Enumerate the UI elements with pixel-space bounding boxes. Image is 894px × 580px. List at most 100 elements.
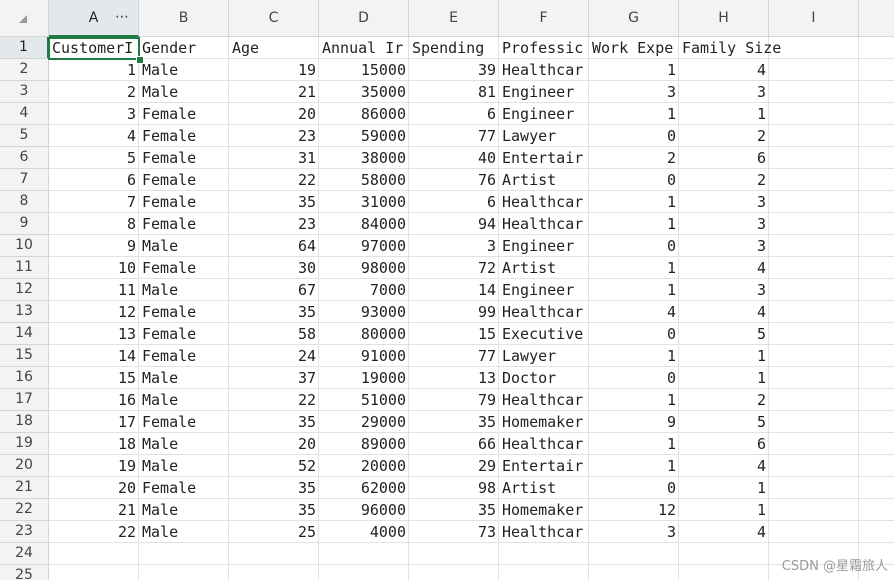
data-cell[interactable]: Healthcar: [499, 389, 589, 411]
data-cell[interactable]: Entertair: [499, 455, 589, 477]
column-header-g[interactable]: G: [589, 0, 679, 37]
header-cell[interactable]: CustomerI: [49, 37, 139, 59]
data-cell[interactable]: Healthcar: [499, 433, 589, 455]
data-cell[interactable]: Healthcar: [499, 213, 589, 235]
fill-handle[interactable]: [136, 56, 144, 64]
data-cell[interactable]: 24: [229, 345, 319, 367]
data-cell[interactable]: 35000: [319, 81, 409, 103]
data-cell[interactable]: Male: [139, 521, 229, 543]
data-cell[interactable]: 31: [229, 147, 319, 169]
data-cell[interactable]: Male: [139, 81, 229, 103]
row-header-19[interactable]: 19: [0, 433, 49, 455]
data-cell[interactable]: 3: [679, 279, 769, 301]
row-header-18[interactable]: 18: [0, 411, 49, 433]
row-header-8[interactable]: 8: [0, 191, 49, 213]
row-header-13[interactable]: 13: [0, 301, 49, 323]
data-cell[interactable]: 1: [49, 59, 139, 81]
column-header-c[interactable]: C: [229, 0, 319, 37]
row-header-9[interactable]: 9: [0, 213, 49, 235]
data-cell[interactable]: 38000: [319, 147, 409, 169]
data-cell[interactable]: 30: [229, 257, 319, 279]
data-cell[interactable]: 20: [229, 103, 319, 125]
data-cell[interactable]: 3: [49, 103, 139, 125]
data-cell[interactable]: 4: [679, 301, 769, 323]
data-cell[interactable]: 11: [49, 279, 139, 301]
data-cell[interactable]: 37: [229, 367, 319, 389]
data-cell[interactable]: 98000: [319, 257, 409, 279]
data-cell[interactable]: 19000: [319, 367, 409, 389]
data-cell[interactable]: 16: [49, 389, 139, 411]
data-cell[interactable]: 4: [49, 125, 139, 147]
data-cell[interactable]: Male: [139, 455, 229, 477]
data-cell[interactable]: Engineer: [499, 81, 589, 103]
data-cell[interactable]: 6: [409, 103, 499, 125]
row-header-12[interactable]: 12: [0, 279, 49, 301]
row-header-14[interactable]: 14: [0, 323, 49, 345]
data-cell[interactable]: 10: [49, 257, 139, 279]
data-cell[interactable]: 0: [589, 477, 679, 499]
data-cell[interactable]: 35: [409, 499, 499, 521]
data-cell[interactable]: Lawyer: [499, 345, 589, 367]
data-cell[interactable]: Female: [139, 147, 229, 169]
data-cell[interactable]: 22: [229, 169, 319, 191]
data-cell[interactable]: Healthcar: [499, 301, 589, 323]
data-cell[interactable]: 2: [679, 389, 769, 411]
row-header-11[interactable]: 11: [0, 257, 49, 279]
data-cell[interactable]: 80000: [319, 323, 409, 345]
data-cell[interactable]: 93000: [319, 301, 409, 323]
data-cell[interactable]: Doctor: [499, 367, 589, 389]
data-cell[interactable]: 1: [589, 345, 679, 367]
data-cell[interactable]: Healthcar: [499, 59, 589, 81]
data-cell[interactable]: 4: [589, 301, 679, 323]
data-cell[interactable]: 2: [49, 81, 139, 103]
row-header-17[interactable]: 17: [0, 389, 49, 411]
data-cell[interactable]: 17: [49, 411, 139, 433]
data-cell[interactable]: Healthcar: [499, 191, 589, 213]
data-cell[interactable]: Artist: [499, 257, 589, 279]
data-cell[interactable]: 14: [49, 345, 139, 367]
data-cell[interactable]: Male: [139, 279, 229, 301]
row-header-25[interactable]: 25: [0, 565, 49, 580]
data-cell[interactable]: Female: [139, 191, 229, 213]
data-cell[interactable]: 20000: [319, 455, 409, 477]
data-cell[interactable]: Male: [139, 367, 229, 389]
data-cell[interactable]: 52: [229, 455, 319, 477]
data-cell[interactable]: 6: [49, 169, 139, 191]
data-cell[interactable]: 0: [589, 169, 679, 191]
select-all-corner[interactable]: [0, 0, 49, 37]
data-cell[interactable]: Executive: [499, 323, 589, 345]
data-cell[interactable]: 67: [229, 279, 319, 301]
column-header-e[interactable]: E: [409, 0, 499, 37]
row-header-24[interactable]: 24: [0, 543, 49, 565]
header-cell[interactable]: Age: [229, 37, 319, 59]
data-cell[interactable]: Engineer: [499, 279, 589, 301]
data-cell[interactable]: 13: [409, 367, 499, 389]
more-options-icon[interactable]: ⋯: [115, 0, 130, 36]
data-cell[interactable]: 39: [409, 59, 499, 81]
data-cell[interactable]: Homemaker: [499, 499, 589, 521]
header-cell[interactable]: Professic: [499, 37, 589, 59]
data-cell[interactable]: 29: [409, 455, 499, 477]
row-header-15[interactable]: 15: [0, 345, 49, 367]
data-cell[interactable]: 1: [589, 103, 679, 125]
row-header-16[interactable]: 16: [0, 367, 49, 389]
data-cell[interactable]: Female: [139, 257, 229, 279]
data-cell[interactable]: 1: [589, 59, 679, 81]
data-cell[interactable]: 15000: [319, 59, 409, 81]
data-cell[interactable]: 1: [589, 257, 679, 279]
data-cell[interactable]: 0: [589, 235, 679, 257]
row-header-7[interactable]: 7: [0, 169, 49, 191]
data-cell[interactable]: Female: [139, 103, 229, 125]
data-cell[interactable]: 58: [229, 323, 319, 345]
data-cell[interactable]: Female: [139, 301, 229, 323]
data-cell[interactable]: 5: [679, 323, 769, 345]
data-cell[interactable]: 19: [49, 455, 139, 477]
column-header-i[interactable]: I: [769, 0, 859, 37]
data-cell[interactable]: 79: [409, 389, 499, 411]
data-cell[interactable]: 0: [589, 323, 679, 345]
data-cell[interactable]: 20: [229, 433, 319, 455]
data-cell[interactable]: 81: [409, 81, 499, 103]
data-cell[interactable]: 1: [679, 103, 769, 125]
data-cell[interactable]: 19: [229, 59, 319, 81]
data-cell[interactable]: 76: [409, 169, 499, 191]
